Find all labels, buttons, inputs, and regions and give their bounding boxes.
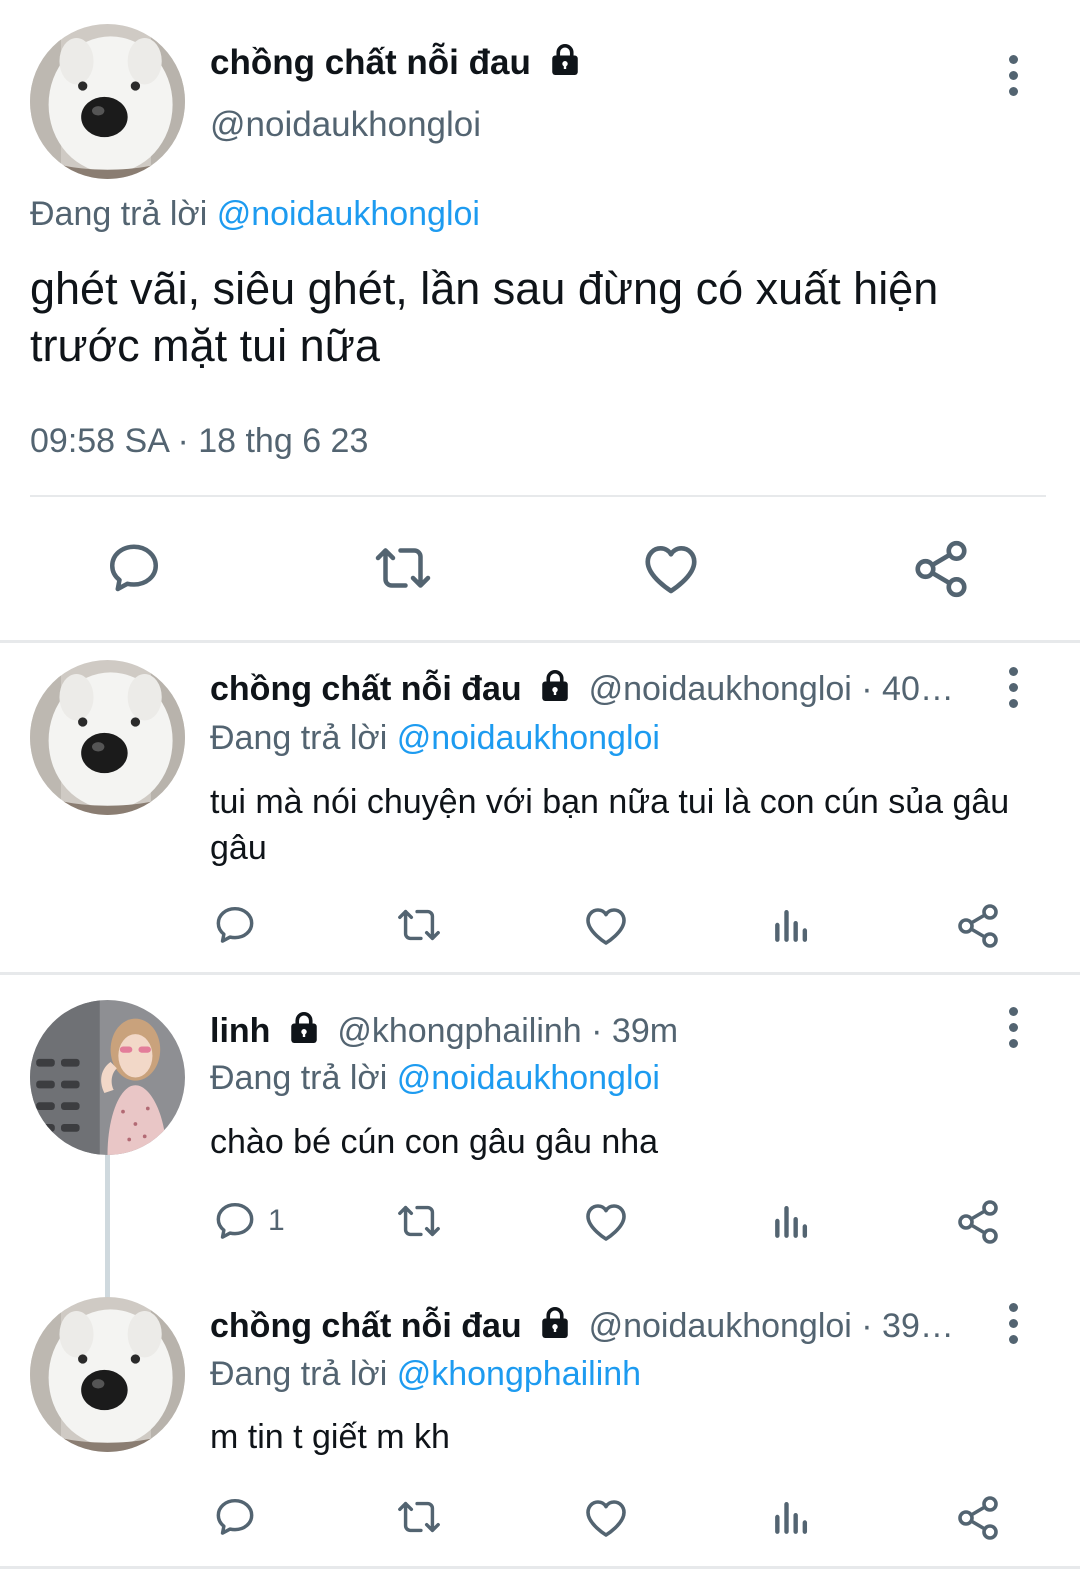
reply-button[interactable] xyxy=(104,538,164,598)
share-button[interactable] xyxy=(954,902,1002,950)
avatar[interactable] xyxy=(30,1000,185,1155)
like-button[interactable] xyxy=(582,1198,630,1246)
handle-and-time[interactable]: @noidaukhongloi · 39… xyxy=(589,1307,954,1345)
like-button[interactable] xyxy=(582,902,630,950)
like-icon xyxy=(582,1198,630,1246)
reply-icon xyxy=(104,538,164,598)
retweet-button[interactable] xyxy=(393,1494,445,1540)
handle-and-time[interactable]: @noidaukhongloi · 40… xyxy=(589,670,954,708)
retweet-button[interactable] xyxy=(370,538,436,598)
stats-icon xyxy=(770,902,814,948)
reply-icon xyxy=(212,1198,258,1244)
dog-avatar-image xyxy=(30,24,185,179)
lock-icon xyxy=(547,42,583,78)
views-button[interactable] xyxy=(770,902,814,948)
display-name-text: chồng chất nỗi đau xyxy=(210,43,531,82)
divider xyxy=(0,972,1080,975)
replying-prefix: Đang trả lời xyxy=(30,195,208,233)
reply-icon xyxy=(212,902,258,948)
stats-icon xyxy=(770,1494,814,1540)
replying-to: Đang trả lời @noidaukhongloi xyxy=(210,718,660,758)
share-button[interactable] xyxy=(910,538,972,600)
display-name[interactable]: chồng chất nỗi đau xyxy=(210,670,522,708)
share-icon xyxy=(954,902,1002,950)
like-button[interactable] xyxy=(582,1494,630,1542)
replying-prefix: Đang trả lời xyxy=(210,1355,388,1393)
retweet-button[interactable] xyxy=(393,1198,445,1244)
lock-icon xyxy=(537,668,573,704)
tweet-text: ghét vãi, siêu ghét, lần sau đừng có xuấ… xyxy=(30,263,939,371)
retweet-icon xyxy=(370,538,436,598)
replying-to-link[interactable]: @noidaukhongloi xyxy=(217,195,480,233)
reply-header: chồng chất nỗi đau @noidaukhongloi · 40… xyxy=(210,668,954,709)
share-icon xyxy=(954,1198,1002,1246)
tweet-text: tui mà nói chuyện với bạn nữa tui là con… xyxy=(210,783,1010,867)
retweet-icon xyxy=(393,1494,445,1540)
reply-count: 1 xyxy=(268,1204,285,1237)
tweet-text: chào bé cún con gâu gâu nha xyxy=(210,1123,659,1161)
replying-to-link[interactable]: @noidaukhongloi xyxy=(397,1059,660,1097)
replying-to-link[interactable]: @noidaukhongloi xyxy=(397,719,660,757)
share-icon xyxy=(910,538,972,600)
like-icon xyxy=(582,1494,630,1542)
avatar[interactable] xyxy=(30,660,185,815)
retweet-icon xyxy=(393,1198,445,1244)
reply-header: linh @khongphailinh · 39m xyxy=(210,1010,678,1051)
retweet-button[interactable] xyxy=(393,902,445,948)
replying-to-link[interactable]: @khongphailinh xyxy=(397,1355,641,1393)
divider xyxy=(0,640,1080,643)
more-options-icon[interactable] xyxy=(998,1002,1028,1052)
replying-prefix: Đang trả lời xyxy=(210,1059,388,1097)
share-icon xyxy=(954,1494,1002,1542)
handle-and-time[interactable]: @khongphailinh · 39m xyxy=(337,1012,678,1050)
more-options-icon[interactable] xyxy=(998,1298,1028,1348)
divider xyxy=(0,1566,1080,1569)
reply-header: chồng chất nỗi đau @noidaukhongloi · 39… xyxy=(210,1305,954,1346)
tweet-text: m tin t giết m kh xyxy=(210,1418,450,1456)
like-icon xyxy=(640,538,702,600)
share-button[interactable] xyxy=(954,1494,1002,1542)
avatar[interactable] xyxy=(30,1297,185,1452)
views-button[interactable] xyxy=(770,1198,814,1244)
lock-icon xyxy=(537,1305,573,1341)
tweet-timestamp[interactable]: 09:58 SA · 18 thg 6 23 xyxy=(30,420,368,462)
handle[interactable]: @noidaukhongloi xyxy=(210,104,481,146)
like-button[interactable] xyxy=(640,538,702,600)
more-options-icon[interactable] xyxy=(998,662,1028,712)
avatar[interactable] xyxy=(30,24,185,179)
reply-button[interactable] xyxy=(212,1494,268,1540)
display-name[interactable]: chồng chất nỗi đau xyxy=(210,42,583,84)
dog-avatar-image xyxy=(30,1297,185,1452)
thread-line xyxy=(105,1150,110,1298)
lock-icon xyxy=(286,1010,322,1046)
more-options-icon[interactable] xyxy=(998,50,1028,100)
replying-to: Đang trả lời @khongphailinh xyxy=(210,1354,641,1394)
stats-icon xyxy=(770,1198,814,1244)
like-icon xyxy=(582,902,630,950)
display-name[interactable]: linh xyxy=(210,1012,270,1050)
girl-avatar-image xyxy=(30,1000,185,1155)
views-button[interactable] xyxy=(770,1494,814,1540)
reply-button[interactable]: 1 xyxy=(212,1198,285,1244)
reply-button[interactable] xyxy=(212,902,268,948)
dog-avatar-image xyxy=(30,660,185,815)
retweet-icon xyxy=(393,902,445,948)
divider xyxy=(30,495,1046,497)
display-name[interactable]: chồng chất nỗi đau xyxy=(210,1307,522,1345)
replying-to: Đang trả lời @noidaukhongloi xyxy=(210,1058,660,1098)
replying-to: Đang trả lời @noidaukhongloi xyxy=(30,193,480,235)
replying-prefix: Đang trả lời xyxy=(210,719,388,757)
share-button[interactable] xyxy=(954,1198,1002,1246)
reply-icon xyxy=(212,1494,258,1540)
